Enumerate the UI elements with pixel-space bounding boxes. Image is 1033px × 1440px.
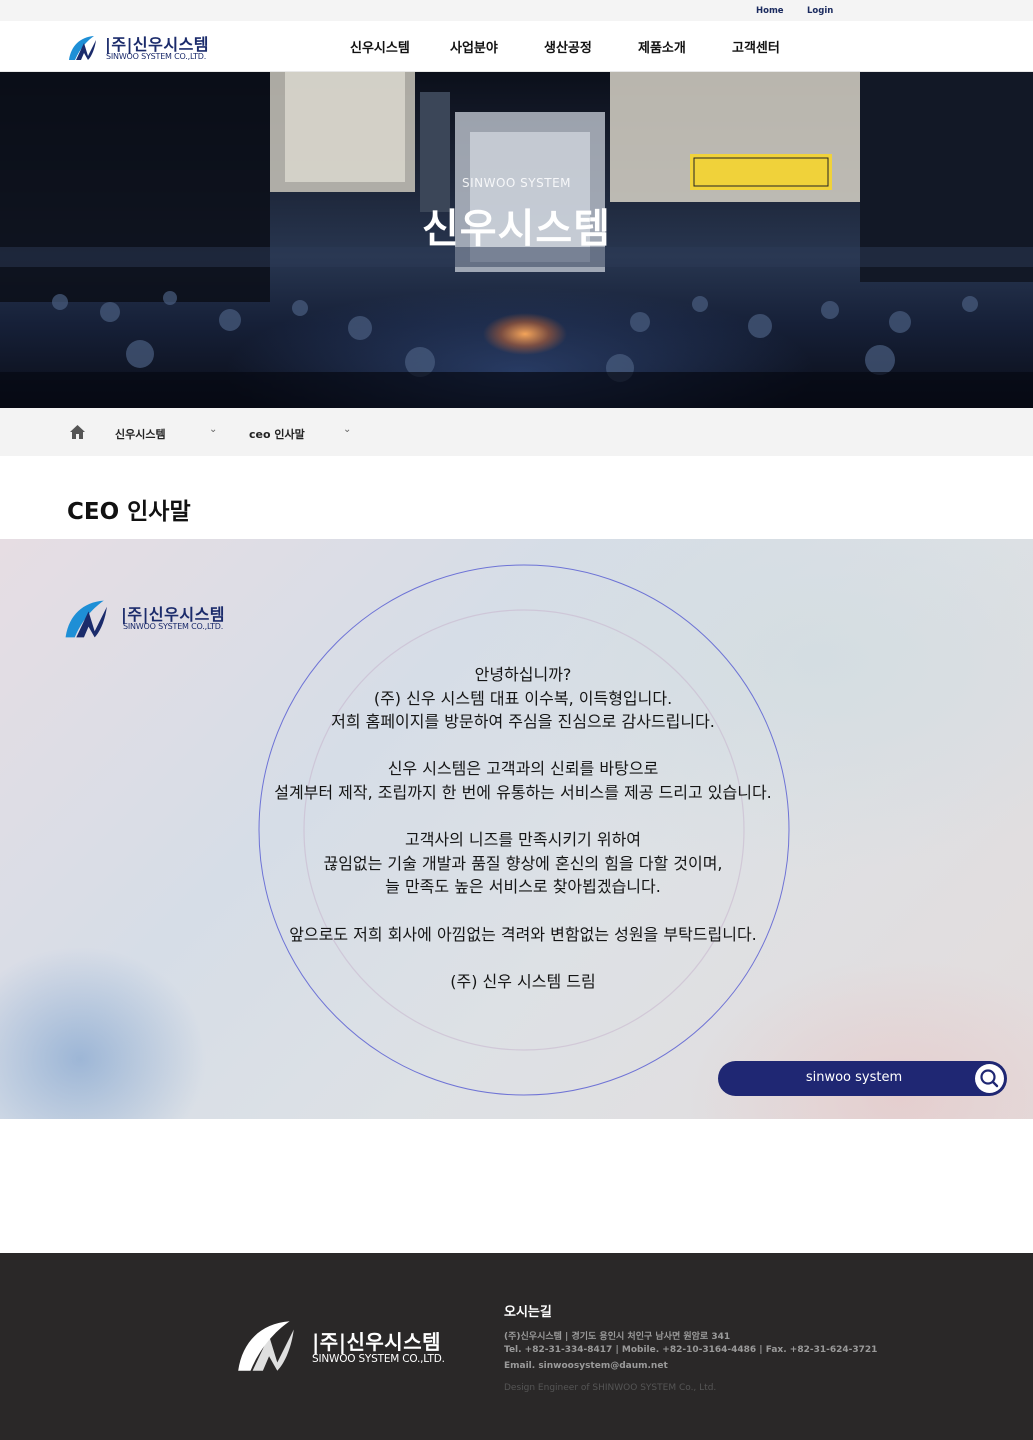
message-signature: (주) 신우 시스템 드림 bbox=[450, 971, 596, 991]
message-line: 안녕하십니까? bbox=[474, 665, 572, 684]
nav-item-customer-center[interactable]: 고객센터 bbox=[732, 37, 780, 56]
hero-subtitle: SINWOO SYSTEM bbox=[461, 176, 572, 190]
header-logo[interactable]: |주|신우시스템 SINWOO SYSTEM CO.,LTD. bbox=[66, 30, 216, 64]
message-line: 늘 만족도 높은 서비스로 찾아뵙겠습니다. bbox=[385, 877, 661, 897]
hero-title: 신우시스템 bbox=[422, 206, 611, 252]
logo-mark-icon bbox=[65, 600, 107, 638]
message-line: 앞으로도 저희 회사에 아낌없는 격려와 변함없는 성원을 부탁드립니다. bbox=[289, 924, 757, 944]
site-header: |주|신우시스템 SINWOO SYSTEM CO.,LTD. 신우시스템 사업… bbox=[0, 21, 1033, 72]
search-label: sinwoo system bbox=[805, 1070, 903, 1085]
message-line: 저희 홈페이지를 방문하여 주심을 진심으로 감사드립니다. bbox=[331, 712, 715, 732]
ceo-greeting-section: |주|신우시스템 SINWOO SYSTEM CO.,LTD. 안녕하십니까? … bbox=[0, 539, 1033, 1119]
nav-item-production-process[interactable]: 생산공정 bbox=[544, 37, 592, 56]
message-line: 고객사의 니즈를 만족시키기 위하여 bbox=[404, 830, 642, 850]
search-icon bbox=[980, 1069, 999, 1088]
home-icon[interactable] bbox=[69, 424, 86, 440]
logo-subtitle: SINWOO SYSTEM CO.,LTD. bbox=[123, 622, 224, 631]
breadcrumb: 신우시스템 ⌄ ceo 인사말 ⌄ bbox=[0, 408, 1033, 456]
footer-title: 오시는길 bbox=[504, 1305, 552, 1320]
breadcrumb-level1[interactable]: 신우시스템 bbox=[115, 426, 166, 442]
footer-email: Email. sinwoosystem@daum.net bbox=[504, 1361, 668, 1371]
ceo-message: 안녕하십니까? (주) 신우 시스템 대표 이수복, 이득형입니다. 저희 홈페… bbox=[223, 663, 823, 993]
chevron-down-icon[interactable]: ⌄ bbox=[343, 424, 351, 435]
logo-mark-icon bbox=[69, 36, 96, 60]
chevron-down-icon[interactable]: ⌄ bbox=[209, 424, 217, 435]
message-line: (주) 신우 시스템 대표 이수복, 이득형입니다. bbox=[373, 688, 673, 708]
logo-mark-icon bbox=[238, 1321, 294, 1371]
message-line: 끊임없는 기술 개발과 품질 향상에 혼신의 힘을 다할 것이며, bbox=[323, 853, 723, 873]
nav-item-sinwoo-system[interactable]: 신우시스템 bbox=[350, 37, 410, 56]
page-title: CEO 인사말 bbox=[67, 499, 191, 525]
breadcrumb-level2[interactable]: ceo 인사말 bbox=[249, 426, 305, 442]
footer-contact: Tel. +82-31-334-8417 | Mobile. +82-10-31… bbox=[504, 1345, 878, 1355]
footer-address: (주)신우시스템 | 경기도 용인시 처인구 남사면 원암로 341 bbox=[504, 1332, 731, 1342]
logo-title: |주|신우시스템 bbox=[312, 1330, 442, 1354]
home-link[interactable]: Home bbox=[756, 6, 784, 16]
ceo-section-logo: |주|신우시스템 SINWOO SYSTEM CO.,LTD. bbox=[61, 597, 231, 641]
message-line: 신우 시스템은 고객과의 신뢰를 바탕으로 bbox=[387, 759, 659, 779]
site-footer: |주|신우시스템 SINWOO SYSTEM CO.,LTD. 오시는길 (주)… bbox=[0, 1253, 1033, 1440]
footer-logo: |주|신우시스템 SINWOO SYSTEM CO.,LTD. bbox=[232, 1317, 452, 1375]
logo-subtitle: SINWOO SYSTEM CO.,LTD. bbox=[106, 52, 207, 61]
message-line: 설계부터 제작, 조립까지 한 번에 유통하는 서비스를 제공 드리고 있습니다… bbox=[274, 782, 772, 802]
search-button[interactable] bbox=[975, 1064, 1004, 1093]
nav-item-business-areas[interactable]: 사업분야 bbox=[450, 37, 498, 56]
login-link[interactable]: Login bbox=[807, 6, 833, 16]
logo-subtitle: SINWOO SYSTEM CO.,LTD. bbox=[312, 1353, 445, 1365]
search-bar[interactable]: sinwoo system bbox=[718, 1061, 1007, 1096]
footer-copyright: Design Engineer of SHINWOO SYSTEM Co., L… bbox=[504, 1383, 717, 1393]
utility-bar: Home Login bbox=[0, 0, 1033, 21]
hero-banner: SINWOO SYSTEM 신우시스템 bbox=[0, 72, 1033, 408]
nav-item-products[interactable]: 제품소개 bbox=[638, 37, 686, 56]
